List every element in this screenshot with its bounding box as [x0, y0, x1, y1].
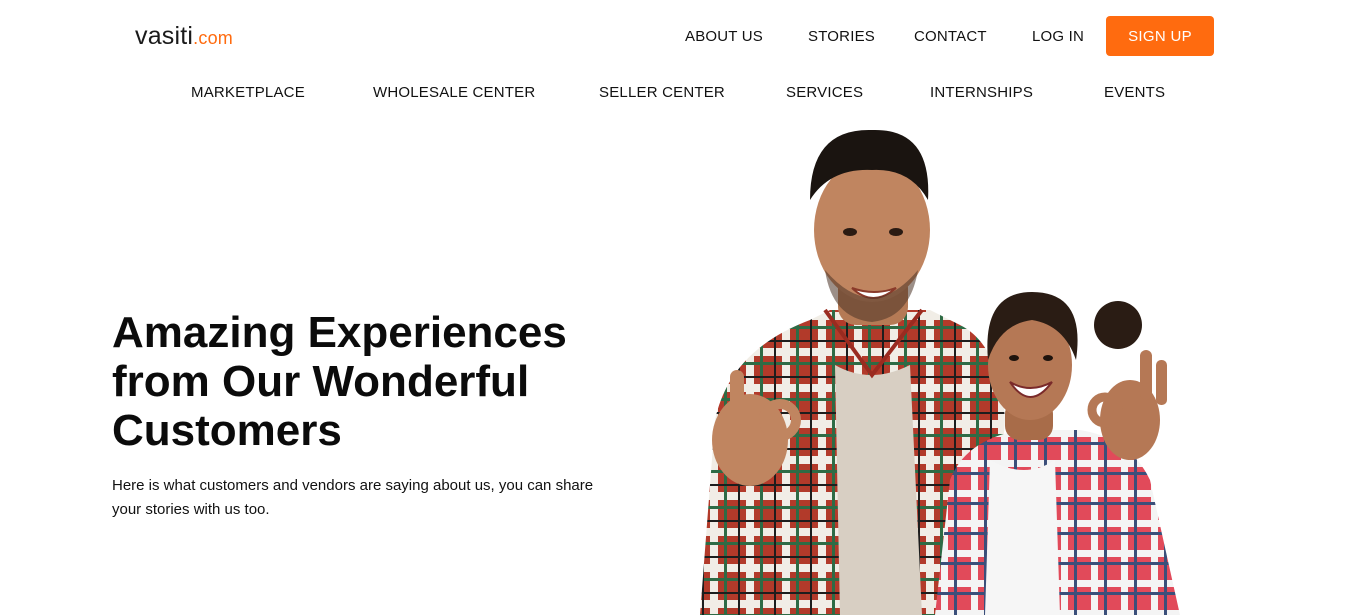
nav-marketplace-link[interactable]: MARKETPLACE — [191, 84, 305, 101]
signup-button[interactable]: SIGN UP — [1106, 16, 1214, 56]
nav-wholesale-center-link[interactable]: WHOLESALE CENTER — [373, 84, 535, 101]
hero-subtext: Here is what customers and vendors are s… — [112, 474, 632, 522]
nav-about-us-link[interactable]: ABOUT US — [685, 28, 763, 45]
hero-customers-image — [700, 129, 1180, 615]
nav-seller-center-link[interactable]: SELLER CENTER — [599, 84, 725, 101]
subtext-line: your stories with us too. — [112, 501, 270, 518]
nav-login-link[interactable]: LOG IN — [1032, 28, 1084, 45]
nav-internships-link[interactable]: INTERNSHIPS — [930, 84, 1033, 101]
nav-services-link[interactable]: SERVICES — [786, 84, 863, 101]
nav-contact-link[interactable]: CONTACT — [914, 28, 987, 45]
headline-line: Amazing Experiences — [112, 308, 567, 357]
headline-line: from Our Wonderful — [112, 357, 530, 406]
nav-stories-link[interactable]: STORIES — [808, 28, 875, 45]
headline-line: Customers — [112, 406, 342, 455]
hero-headline: Amazing Experiences from Our Wonderful C… — [112, 308, 672, 455]
nav-events-link[interactable]: EVENTS — [1104, 84, 1165, 101]
subtext-line: Here is what customers and vendors are s… — [112, 477, 594, 494]
